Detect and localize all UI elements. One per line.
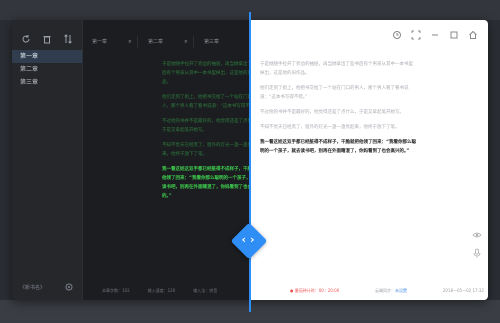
tab-label: 第二章 bbox=[148, 39, 164, 45]
input-method: 输入法：拼音 bbox=[193, 288, 218, 293]
typing-speed: 输入速度：120 bbox=[147, 288, 176, 293]
fullscreen-icon[interactable] bbox=[411, 30, 421, 40]
home-icon[interactable] bbox=[468, 30, 478, 40]
trash-icon[interactable] bbox=[42, 34, 52, 44]
microphone-icon[interactable] bbox=[472, 248, 482, 258]
paragraph: 不知不觉天已经黑了，窗外的灯光一盏一盏亮起来，他终于放下了笔。 bbox=[260, 125, 400, 130]
settings-icon[interactable] bbox=[64, 282, 74, 292]
light-status-bar: ● 番茄钟计时：00 : 20:00 云端同步：未设置 2018—05—02 1… bbox=[290, 288, 484, 294]
window-controls bbox=[392, 30, 478, 40]
paragraph: 不过他的书并不是最好的，他觉得还差了点什么，于是又拿起笔开始写。 bbox=[162, 119, 261, 133]
chapter-item-2[interactable]: 第二章 bbox=[12, 63, 82, 76]
paragraph: 不知不觉天已经黑了，窗外的灯光一盏一盏亮起来，他终于放下了笔。 bbox=[162, 143, 257, 157]
chapter-tabs: 第一章 × 第二章 × 第三章 bbox=[82, 36, 250, 48]
chapter-item-1[interactable]: 第一章 bbox=[12, 50, 82, 63]
cloud-sync-link[interactable]: 未设置 bbox=[395, 288, 407, 293]
light-editor-text[interactable]: 于是她随手拉开了旁边的抽屉，再当她拿出了些书后有个男孩从其中一本书里掉出，这是他… bbox=[260, 60, 416, 162]
chapter-item-3[interactable]: 第三章 bbox=[12, 76, 82, 89]
chevron-left-right-icon: ‹› bbox=[241, 233, 259, 246]
eye-icon[interactable] bbox=[472, 230, 482, 240]
sidebar-footer: 《新书名》 bbox=[20, 282, 74, 292]
paragraph: 于是她随手拉开了旁边的抽屉，再当她拿出了些书后有个男孩从其中一本书里掉出，这是他… bbox=[162, 62, 261, 85]
close-icon[interactable]: × bbox=[184, 36, 188, 48]
dark-editor-text[interactable]: 于是她随手拉开了旁边的抽屉，再当她拿出了些书后有个男孩从其中一本书里掉出，这是他… bbox=[162, 60, 262, 207]
paragraph: 他们走到了街上，他把书交给了一个站在门口的男人，那个男人看了看书说道：“这本书写… bbox=[162, 95, 261, 109]
paragraph: 不过他的书并不是最好的，他觉得还差了点什么，于是又拿起笔开始写。 bbox=[260, 110, 404, 115]
tab-label: 第三章 bbox=[204, 39, 220, 45]
tab-chapter-3[interactable]: 第三章 bbox=[194, 36, 250, 48]
light-mode-panel: 于是她随手拉开了旁边的抽屉，再当她拿出了些书后有个男孩从其中一本书里掉出，这是他… bbox=[250, 20, 488, 300]
tab-chapter-1[interactable]: 第一章 × bbox=[82, 36, 138, 48]
dark-status-bar: 本章字数：102 输入速度：120 输入法：拼音 bbox=[102, 288, 250, 294]
current-paragraph: 我一看这娃这双手都已经脏得不成样子，干脆就把他领了回来：“我看你那么聪明的一个孩… bbox=[260, 140, 416, 154]
dark-mode-panel: 第一章 第二章 第三章 《新书名》 第一章 × 第二章 × 第三章 于是她随手拉开了… bbox=[12, 20, 261, 300]
tab-chapter-2[interactable]: 第二章 × bbox=[138, 36, 194, 48]
maximize-icon[interactable] bbox=[449, 30, 459, 40]
paragraph: 他们走到了街上，他把书交给了一个站在门口的男人，那个男人看了看书说道：“这本书写… bbox=[260, 86, 409, 100]
close-icon[interactable]: × bbox=[128, 36, 132, 48]
paragraph: 于是她随手拉开了旁边的抽屉，再当她拿出了些书后有个男孩从其中一本书里掉出，这是他… bbox=[260, 62, 413, 76]
side-tools bbox=[472, 230, 482, 258]
chapter-sidebar: 第一章 第二章 第三章 《新书名》 bbox=[12, 20, 83, 300]
clock-icon[interactable] bbox=[392, 30, 402, 40]
pomodoro-timer[interactable]: ● 番茄钟计时：00 : 20:00 bbox=[290, 288, 339, 294]
book-title[interactable]: 《新书名》 bbox=[20, 284, 45, 291]
cloud-sync-status: 云端同步：未设置 bbox=[375, 288, 407, 294]
sidebar-toolbar bbox=[12, 20, 82, 50]
tab-label: 第一章 bbox=[92, 39, 108, 45]
sort-icon[interactable] bbox=[63, 34, 73, 44]
minimize-icon[interactable] bbox=[430, 30, 440, 40]
compare-divider[interactable] bbox=[249, 12, 251, 312]
word-count: 本章字数：102 bbox=[102, 288, 130, 293]
cloud-sync-label: 云端同步： bbox=[375, 288, 396, 293]
current-paragraph: 我一看这娃这双手都已经脏得不成样子，干脆就把他领了回来：“我看你那么聪明的一个孩… bbox=[162, 167, 261, 199]
datetime: 2018—05—02 17:32 bbox=[442, 288, 484, 293]
refresh-icon[interactable] bbox=[21, 34, 31, 44]
